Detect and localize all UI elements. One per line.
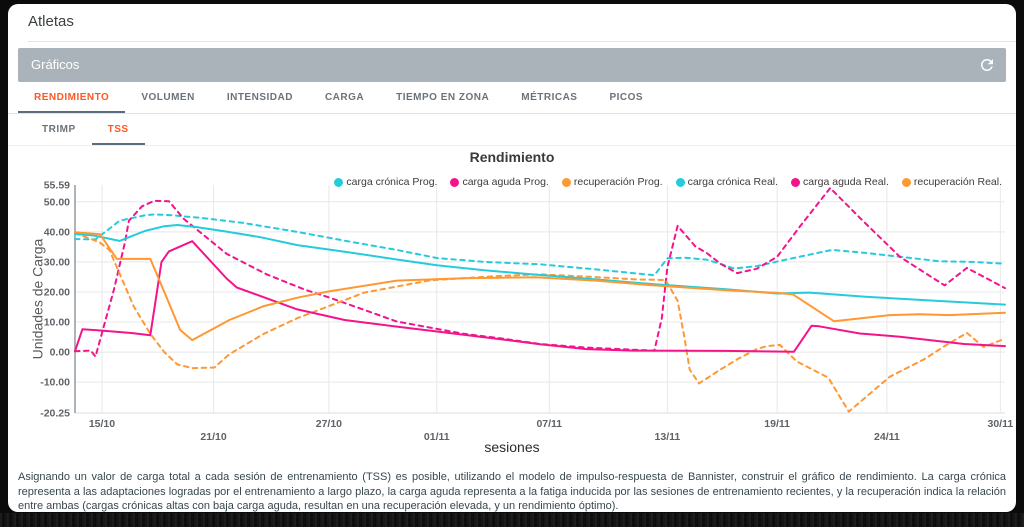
- svg-text:40.00: 40.00: [44, 226, 70, 238]
- divider: [28, 41, 1016, 42]
- tab-volumen[interactable]: VOLUMEN: [125, 82, 211, 113]
- series-recuperacion-real: [75, 232, 1005, 340]
- tab-metricas[interactable]: MÉTRICAS: [505, 82, 593, 113]
- svg-text:19/11: 19/11: [764, 418, 790, 430]
- subtab-tss[interactable]: TSS: [92, 114, 145, 145]
- svg-text:27/10: 27/10: [316, 418, 342, 430]
- refresh-icon: [978, 62, 996, 77]
- background-strip: [0, 513, 1024, 527]
- main-tabs: RENDIMIENTOVOLUMENINTENSIDADCARGATIEMPO …: [8, 82, 1016, 114]
- tab-picos[interactable]: PICOS: [593, 82, 659, 113]
- chart-description: Asignando un valor de carga total a cada…: [18, 470, 1006, 512]
- page-title: Atletas: [28, 13, 74, 30]
- svg-text:55.59: 55.59: [44, 180, 70, 192]
- series-carga-aguda-prog: [75, 188, 1005, 357]
- tab-carga[interactable]: CARGA: [309, 82, 380, 113]
- svg-text:30.00: 30.00: [44, 256, 70, 268]
- svg-text:0.00: 0.00: [50, 347, 71, 359]
- svg-text:30/11: 30/11: [987, 418, 1013, 430]
- svg-text:15/10: 15/10: [89, 418, 115, 430]
- x-axis-title: sesiones: [8, 439, 1016, 455]
- svg-text:10.00: 10.00: [44, 317, 70, 329]
- sub-tabs: TRIMPTSS: [8, 114, 1016, 146]
- tab-tiempo-en-zona[interactable]: TIEMPO EN ZONA: [380, 82, 505, 113]
- refresh-button[interactable]: [978, 56, 996, 74]
- tab-rendimiento[interactable]: RENDIMIENTO: [18, 82, 125, 113]
- line-chart: 55.59 50.00 40.00 30.00 20.00 10.00 0.00 -10.00…: [8, 172, 1016, 452]
- tab-intensidad[interactable]: INTENSIDAD: [211, 82, 309, 113]
- svg-text:50.00: 50.00: [44, 196, 70, 208]
- main-card: Atletas Gráficos RENDIMIENTOVOLUMENINTEN…: [8, 4, 1016, 512]
- svg-text:20.00: 20.00: [44, 286, 70, 298]
- svg-text:07/11: 07/11: [536, 418, 562, 430]
- subtab-trimp[interactable]: TRIMP: [26, 114, 92, 145]
- chart-title: Rendimiento: [8, 149, 1016, 165]
- panel-title: Gráficos: [31, 57, 79, 72]
- svg-text:-20.25: -20.25: [40, 408, 70, 420]
- panel-header: Gráficos: [18, 48, 1006, 82]
- svg-text:-10.00: -10.00: [40, 377, 70, 389]
